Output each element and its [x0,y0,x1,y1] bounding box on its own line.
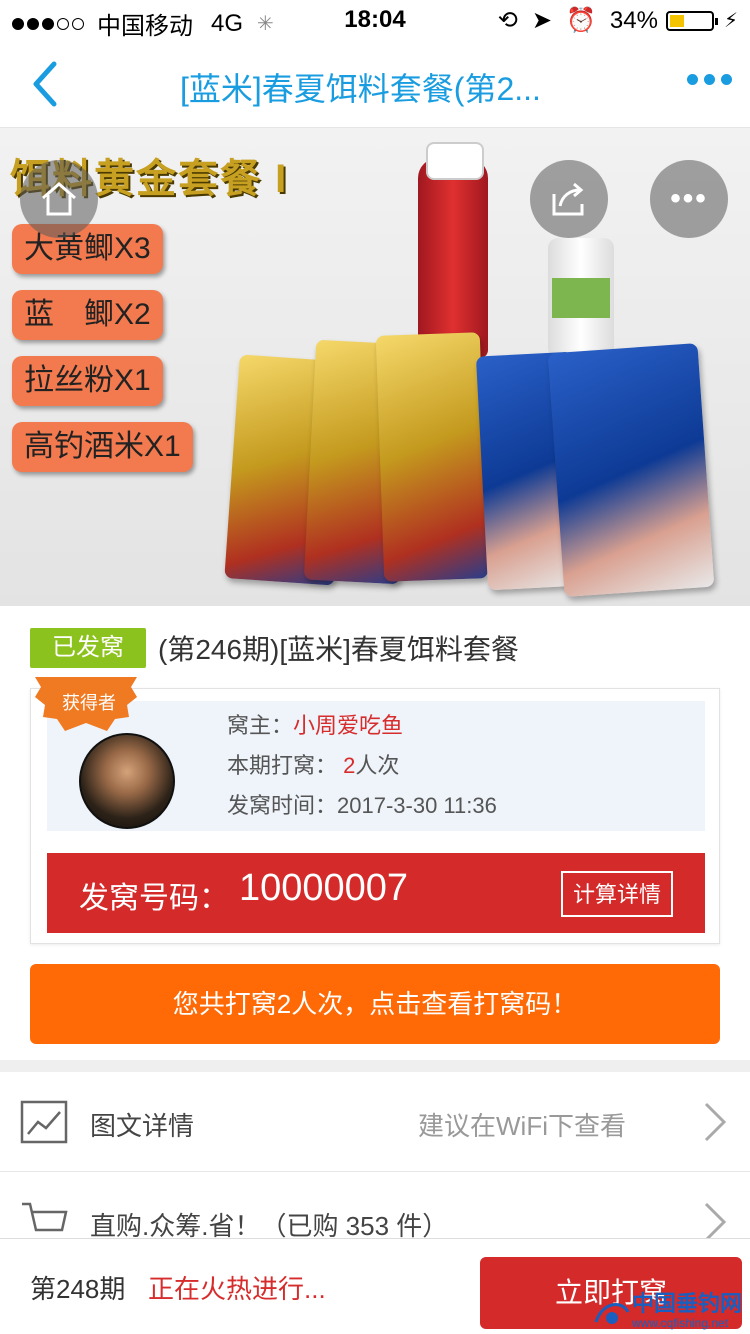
chevron-right-icon [704,1102,727,1142]
period-number: 第248期 [30,1274,126,1304]
time-value: 2017-3-30 11:36 [337,793,497,818]
red-bottle-image [418,142,488,358]
location-arrow-icon: ➤ [531,7,553,34]
details-label: 图文详情 [90,1111,195,1141]
bait-tag: 高钓酒米X1 [12,422,193,472]
back-chevron-icon[interactable] [24,58,72,110]
bait-tag: 蓝 鲫X2 [12,290,163,340]
bait-bag-image [375,332,489,582]
time-label: 发窝时间： [227,793,338,818]
status-badge: 已发窝 [30,628,146,668]
battery-icon [665,10,718,31]
charging-bolt-icon: ⚡ [723,10,738,32]
more-options-button[interactable]: ••• [650,160,728,238]
product-title: (第246期)[蓝米]春夏饵料套餐 [158,634,519,665]
count-unit: 人次 [355,753,400,778]
share-icon [552,182,584,216]
bait-bag-image [547,343,715,597]
details-row[interactable]: 图文详情 建议在WiFi下查看 [0,1072,750,1172]
home-icon [42,182,76,216]
count-value: 2 [343,753,356,778]
alarm-icon: ⏰ [566,7,596,34]
watermark-text: 中国垂钓网 [631,1291,742,1316]
winner-info: 窝主：小周爱吃鱼 本期打窝： 2人次 发窝时间：2017-3-30 11:36 [227,711,497,831]
home-button[interactable] [20,160,98,238]
bait-tag: 拉丝粉X1 [12,356,163,406]
ellipsis-icon: ••• [670,182,708,215]
status-right: ⟲ ➤ ⏰ 34% ⚡ [498,6,738,35]
white-bottle-image [548,238,614,358]
image-text-icon [20,1100,68,1144]
watermark-url: www.cqfishing.net [631,1316,729,1330]
page-title: [蓝米]春夏饵料套餐(第2... [180,71,541,107]
winning-code-bar: 发窝号码： 10000007 计算详情 [47,853,705,933]
code-label: 发窝号码： [79,882,229,915]
more-menu-icon[interactable] [681,74,732,85]
code-value: 10000007 [239,867,409,909]
period-state: 正在火热进行... [148,1274,326,1304]
nav-bar: [蓝米]春夏饵料套餐(第2... [0,40,750,128]
section-divider [0,1060,750,1072]
owner-name[interactable]: 小周爱吃鱼 [293,713,403,738]
owner-label: 窝主： [227,713,294,738]
share-button[interactable] [530,160,608,238]
product-title-row: 已发窝 (第246期)[蓝米]春夏饵料套餐 [30,628,519,668]
winner-card: 获得者 窝主：小周爱吃鱼 本期打窝： 2人次 发窝时间：2017-3-30 11… [30,677,720,944]
details-hint: 建议在WiFi下查看 [418,1111,626,1141]
bottom-bar: 第248期 正在火热进行... 立即打窝 中国垂钓网 www.cqfishing… [0,1238,750,1334]
fish-logo-icon [594,1303,630,1324]
watermark-logo: 中国垂钓网 www.cqfishing.net [592,1292,742,1330]
winner-seal-label: 获得者 [62,693,116,713]
status-bar: 中国移动 4G ✳ 18:04 ⟲ ➤ ⏰ 34% ⚡ [0,0,750,40]
bait-tag: 大黄鲫X3 [12,224,163,274]
winner-avatar[interactable] [79,733,175,829]
rotation-lock-icon: ⟲ [497,7,518,34]
battery-percent: 34% [609,6,658,34]
product-image: 饵料黄金套餐 I 大黄鲫X3 蓝 鲫X2 拉丝粉X1 高钓酒米X1 ••• [0,128,750,606]
calc-details-button[interactable]: 计算详情 [560,871,673,917]
count-label: 本期打窝： [227,753,338,778]
view-codes-button[interactable]: 您共打窝2人次，点击查看打窝码！ [30,964,720,1044]
